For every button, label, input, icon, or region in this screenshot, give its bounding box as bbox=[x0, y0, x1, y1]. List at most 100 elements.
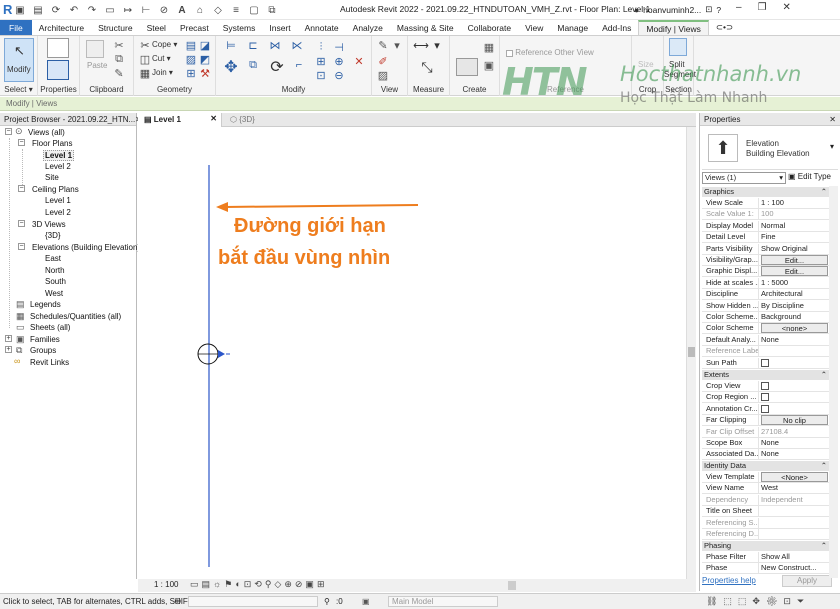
section-icon[interactable]: ◇ bbox=[212, 4, 224, 16]
expand-icon[interactable]: + bbox=[5, 335, 12, 342]
tab-massing-site[interactable]: Massing & Site bbox=[390, 20, 461, 35]
group-graphics[interactable]: Graphics ⌃ bbox=[702, 187, 830, 197]
tab-precast[interactable]: Precast bbox=[173, 20, 216, 35]
property-value[interactable]: Normal bbox=[759, 221, 830, 231]
workset-icon[interactable]: ⊕ bbox=[174, 596, 182, 607]
close-icon[interactable]: ✕ bbox=[210, 114, 217, 123]
view-canvas[interactable]: Đường giới hạn bắt đầu vùng nhìn bbox=[138, 127, 686, 577]
measure-dropdown-icon[interactable]: ▾ bbox=[430, 38, 444, 52]
split-face-icon[interactable]: ◪ bbox=[198, 38, 212, 52]
tab-structure[interactable]: Structure bbox=[91, 20, 140, 35]
linework-icon[interactable]: ✐ bbox=[376, 54, 390, 68]
property-row[interactable]: View Template <None> bbox=[702, 472, 830, 483]
tree-item-revit-links[interactable]: Revit Links bbox=[30, 357, 69, 368]
paint-icon[interactable]: ▨ bbox=[184, 52, 198, 66]
thin-lines-icon[interactable]: ≡ bbox=[230, 4, 242, 16]
property-row[interactable]: Crop Region ... bbox=[702, 392, 830, 404]
type-selector[interactable]: ⬆ Elevation Building Elevation ▾ bbox=[702, 128, 838, 170]
tree-item-ceiling-level-2[interactable]: Level 2 bbox=[45, 207, 71, 218]
property-edit-button[interactable]: Edit... bbox=[761, 255, 828, 265]
tree-item-legends[interactable]: Legends bbox=[30, 299, 61, 310]
text-icon[interactable]: A bbox=[176, 4, 188, 16]
tree-item-east[interactable]: East bbox=[45, 253, 61, 264]
join-button[interactable]: Join ▾ bbox=[152, 68, 173, 77]
property-row[interactable]: Associated Da... None bbox=[702, 449, 830, 461]
property-value[interactable]: No clip bbox=[759, 415, 830, 426]
property-row[interactable]: Show Hidden ... By Discipline bbox=[702, 300, 830, 312]
tree-item-site[interactable]: Site bbox=[45, 172, 59, 183]
property-edit-button[interactable]: No clip bbox=[761, 415, 828, 426]
property-row[interactable]: Phase Filter Show All bbox=[702, 552, 830, 563]
property-row[interactable]: Title on Sheet bbox=[702, 506, 830, 518]
property-row[interactable]: Phase New Construct... bbox=[702, 563, 830, 575]
property-row[interactable]: Crop View bbox=[702, 381, 830, 392]
dimension-icon[interactable]: ⊢ bbox=[140, 4, 152, 16]
property-value[interactable]: Architectural bbox=[759, 289, 830, 299]
property-value[interactable]: Independent bbox=[759, 495, 830, 505]
instance-filter-dropdown[interactable]: Views (1) ▾ bbox=[702, 172, 786, 184]
select-dropdown[interactable]: Select ▾ bbox=[0, 85, 37, 94]
property-value[interactable] bbox=[759, 506, 830, 516]
group-extents[interactable]: Extents ⌃ bbox=[702, 370, 830, 380]
tab-modify-views[interactable]: Modify | Views bbox=[638, 20, 709, 35]
property-row[interactable]: Far Clipping No clip bbox=[702, 415, 830, 427]
wall-joins-icon[interactable]: ▤ bbox=[184, 38, 198, 52]
scale-icon[interactable]: ⊡ bbox=[314, 68, 328, 82]
property-value[interactable]: Show Original bbox=[759, 244, 830, 254]
property-value[interactable]: 1 : 5000 bbox=[759, 278, 830, 288]
chevron-down-icon[interactable]: ▾ bbox=[830, 142, 834, 151]
tab-collaborate[interactable]: Collaborate bbox=[461, 20, 518, 35]
sync-icon[interactable]: ⟳ bbox=[50, 4, 62, 16]
property-value[interactable]: New Construct... bbox=[759, 563, 830, 573]
properties-scrollbar[interactable] bbox=[829, 186, 838, 578]
view-tab-3d[interactable]: ⬡ {3D} bbox=[224, 113, 284, 127]
properties-icon[interactable] bbox=[47, 60, 69, 80]
property-row[interactable]: View Name West bbox=[702, 483, 830, 495]
tab-manage[interactable]: Manage bbox=[550, 20, 595, 35]
property-row[interactable]: Color Scheme <none> bbox=[702, 323, 830, 335]
property-value[interactable]: Edit... bbox=[759, 255, 830, 265]
match-properties-icon[interactable]: ✎ bbox=[112, 66, 126, 80]
view-control-icons[interactable]: ▭▤☼⚑◐⊡⟲⚲◇⊕⊘▣⊞ bbox=[190, 579, 327, 590]
selection-toggle-icons[interactable]: ⛓⬚⬚✥⚙⊡⏷ bbox=[706, 596, 810, 607]
tree-item-south[interactable]: South bbox=[45, 276, 66, 287]
minimize-icon[interactable]: – bbox=[736, 2, 742, 13]
properties-help-link[interactable]: Properties help bbox=[702, 576, 756, 585]
property-row[interactable]: Reference Label bbox=[702, 346, 830, 358]
property-value[interactable] bbox=[759, 392, 830, 402]
switch-windows-icon[interactable]: ⧉ bbox=[266, 4, 278, 16]
contextual-tab-toggle-icon[interactable]: ⊂•⊃ bbox=[709, 20, 740, 35]
expand-icon[interactable]: + bbox=[5, 346, 12, 353]
tree-item-ceiling-plans[interactable]: Ceiling Plans bbox=[32, 184, 79, 195]
property-value[interactable] bbox=[759, 358, 830, 368]
tree-item-views[interactable]: Views (all) bbox=[28, 127, 65, 138]
tree-item-north[interactable]: North bbox=[45, 265, 65, 276]
create-assembly-icon[interactable]: ▣ bbox=[482, 58, 496, 72]
collapse-icon[interactable]: − bbox=[18, 220, 25, 227]
override-graphics-icon[interactable]: ✎ bbox=[376, 38, 390, 52]
restore-icon[interactable]: ❐ bbox=[758, 2, 767, 13]
apply-button[interactable]: Apply bbox=[782, 575, 832, 587]
property-row[interactable]: Far Clip Offset 27108.4 bbox=[702, 426, 830, 438]
align-icon[interactable]: ⊨ bbox=[224, 38, 238, 52]
copy-icon[interactable]: ⧉ bbox=[246, 58, 260, 72]
collapse-icon[interactable]: − bbox=[18, 243, 25, 250]
offset-icon[interactable]: ⊏ bbox=[246, 38, 260, 52]
tree-item-3d[interactable]: {3D} bbox=[45, 230, 61, 241]
filter-icon[interactable]: ⚲ bbox=[324, 597, 330, 606]
split-segment-icon[interactable] bbox=[669, 38, 687, 56]
property-row[interactable]: View Scale 1 : 100 bbox=[702, 198, 830, 209]
close-icon[interactable]: ✕ bbox=[783, 2, 791, 13]
property-value[interactable]: By Discipline bbox=[759, 301, 830, 311]
tree-item-sheets[interactable]: Sheets (all) bbox=[30, 322, 70, 333]
cope-icon[interactable]: ✂ bbox=[138, 38, 152, 52]
modify-button[interactable]: ↖ Modify bbox=[4, 38, 34, 82]
property-row[interactable]: Scale Value 1: 100 bbox=[702, 209, 830, 221]
editable-only-icon[interactable]: ▣ bbox=[362, 597, 370, 606]
save-icon[interactable]: ▤ bbox=[32, 4, 44, 16]
horizontal-scroll-thumb[interactable] bbox=[508, 581, 516, 590]
group-identity-data[interactable]: Identity Data ⌃ bbox=[702, 461, 830, 471]
tree-item-schedules[interactable]: Schedules/Quantities (all) bbox=[30, 311, 121, 322]
type-properties-icon[interactable] bbox=[47, 38, 69, 58]
tab-view[interactable]: View bbox=[518, 20, 550, 35]
